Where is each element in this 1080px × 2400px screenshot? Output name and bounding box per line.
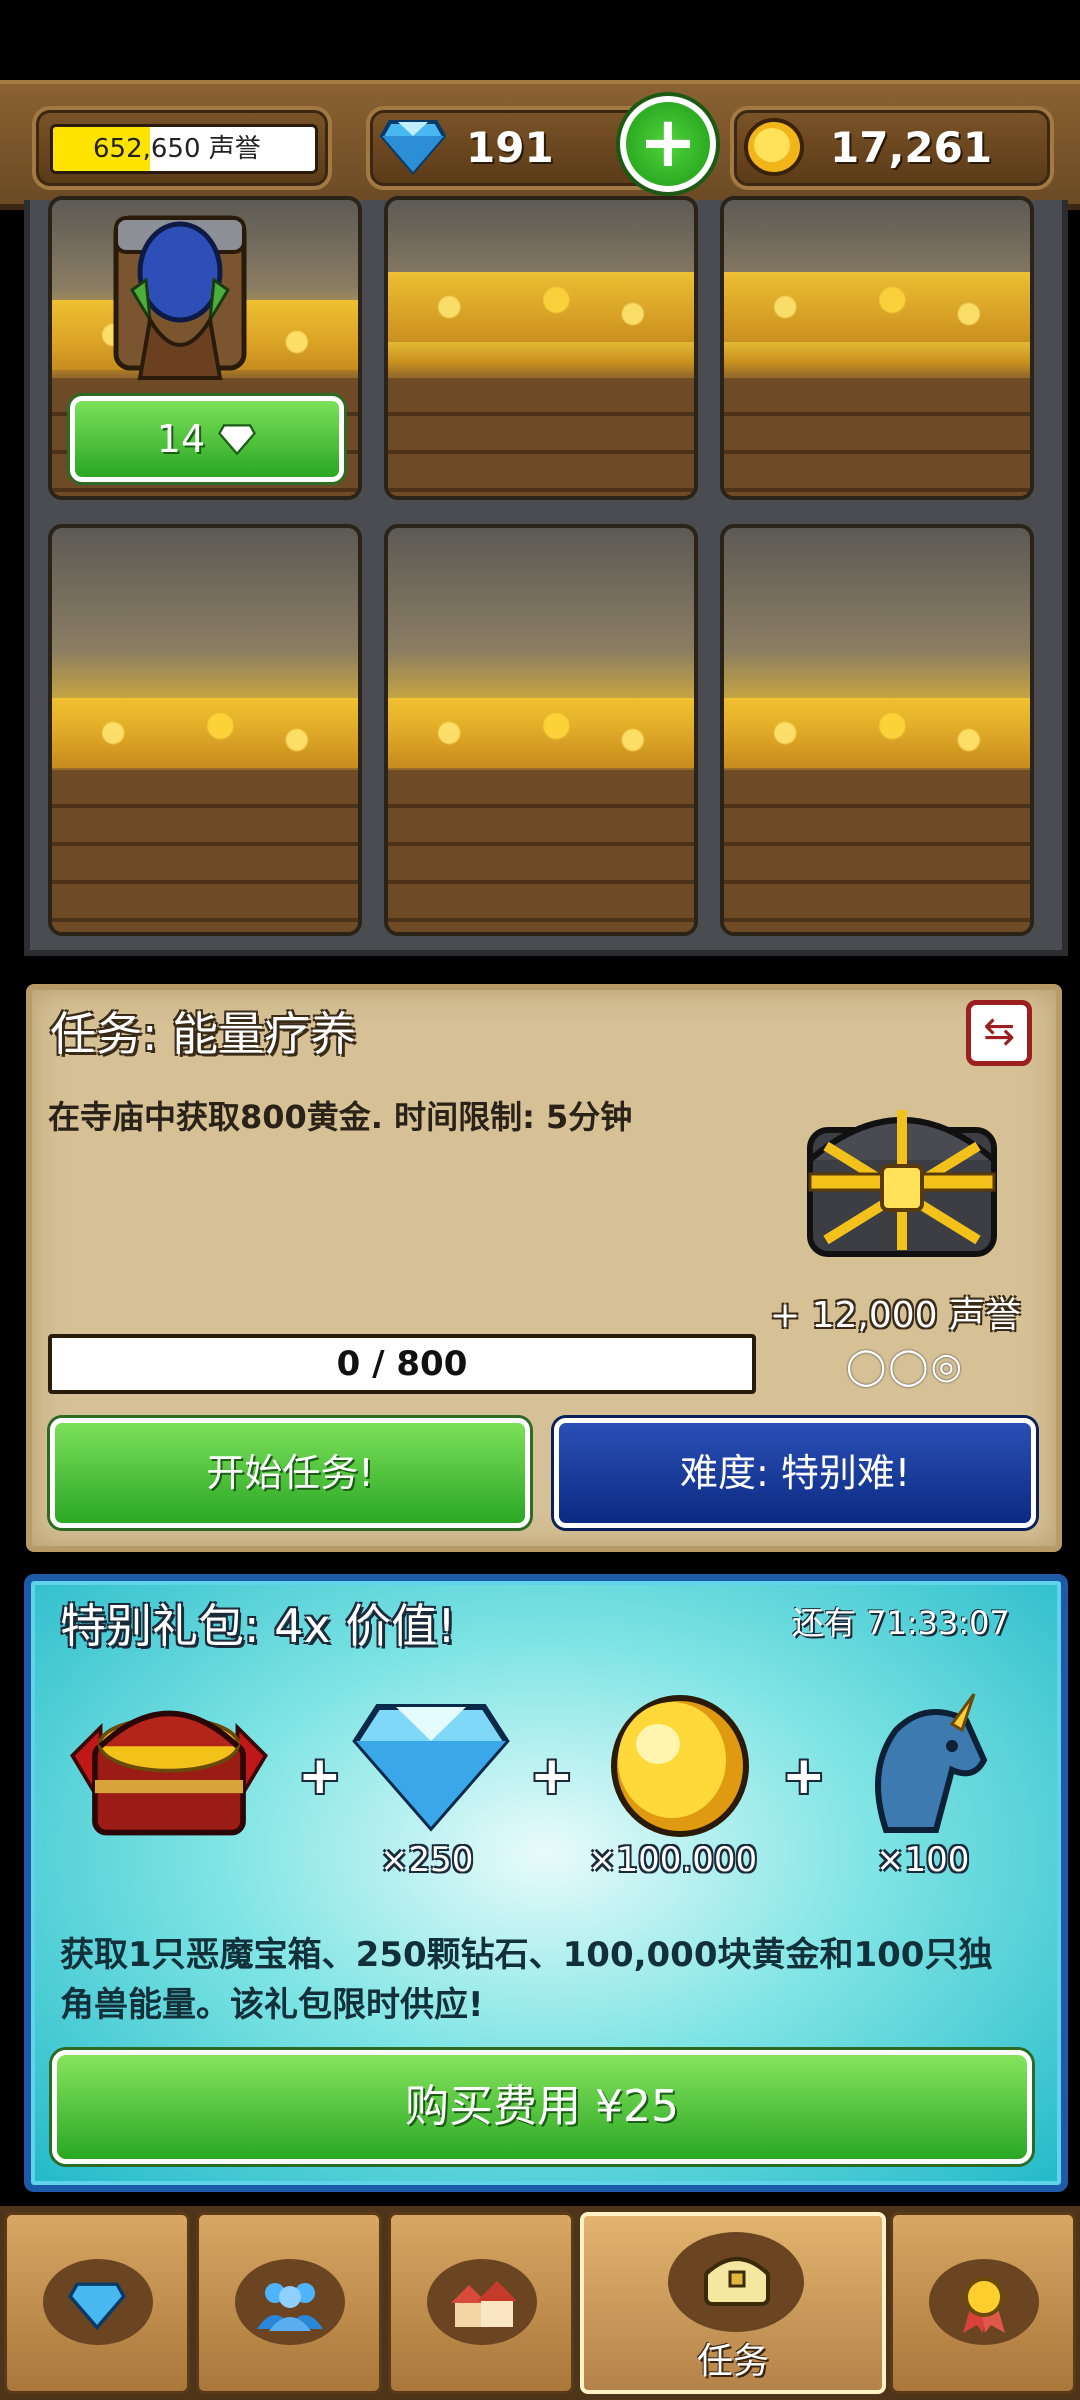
gold-coin-icon (744, 118, 804, 176)
dweller-character-icon[interactable] (110, 210, 250, 390)
diamond-icon (352, 1704, 510, 1832)
offer-timer: 还有 71:33:07 (792, 1604, 1010, 1642)
tab-social[interactable] (196, 2212, 382, 2394)
treasure-chest-icon (704, 2257, 770, 2306)
switch-quest-icon[interactable]: ⇆ (966, 1000, 1032, 1066)
unicorn-quantity: ×100 (876, 1840, 970, 1880)
tab-buildings[interactable] (388, 2212, 574, 2394)
diamond-icon (380, 120, 446, 176)
gold-quantity: ×100.000 (588, 1840, 758, 1880)
demon-chest-icon (70, 1710, 268, 1836)
vault-slot[interactable] (48, 524, 362, 936)
diamond-icon (68, 2282, 126, 2331)
quest-reward: + 12,000 声誉 (770, 1295, 1022, 1336)
vault-slot[interactable] (384, 524, 698, 936)
reputation-panel: 652,650 声誉 (32, 106, 332, 190)
gold-value: 17,261 (830, 123, 993, 172)
vault-slot[interactable] (720, 196, 1034, 500)
offer-description: 获取1只恶魔宝箱、250颗钻石、100,000块黄金和100只独角兽能量。该礼包… (60, 1935, 993, 2025)
gold-panel: 17,261 (730, 106, 1054, 190)
buy-offer-button[interactable]: 购买费用 ¥25 (52, 2050, 1032, 2164)
diamond-icon (218, 424, 257, 456)
difficulty-rings: ◯◯◎ (846, 1346, 964, 1387)
tab-quests-label: 任务 (696, 2341, 769, 2382)
buy-gems-button[interactable]: + (620, 96, 716, 192)
plus-sign: + (530, 1746, 574, 1806)
quest-progress-bar: 0 / 800 (48, 1334, 756, 1394)
gold-coin-icon (611, 1695, 749, 1837)
difficulty-button[interactable]: 难度: 特别难! (554, 1418, 1036, 1528)
offer-title: 特别礼包: 4x 价值! (60, 1599, 456, 1653)
tab-quests[interactable]: 任务 (580, 2212, 886, 2394)
skip-cost: 14 (156, 417, 206, 461)
currency-bar: 652,650 声誉 191 17,261 (0, 80, 1080, 210)
skip-with-gems-button[interactable]: 14 (70, 396, 344, 482)
people-icon (257, 2283, 323, 2331)
gems-value: 191 (466, 123, 554, 172)
gems-quantity: ×250 (380, 1840, 474, 1880)
houses-icon (451, 2281, 517, 2327)
tab-achievements[interactable] (890, 2212, 1076, 2394)
start-quest-button[interactable]: 开始任务! (50, 1418, 530, 1528)
quest-progress-text: 0 / 800 (336, 1344, 468, 1384)
quest-description: 在寺庙中获取800黄金. 时间限制: 5分钟 (48, 1098, 633, 1136)
treasure-chest-icon (807, 1110, 997, 1257)
vault-slot[interactable] (384, 196, 698, 500)
tab-shop[interactable] (4, 2212, 190, 2394)
plus-sign: + (782, 1746, 826, 1806)
unicorn-icon (875, 1693, 988, 1833)
medal-icon (963, 2277, 1005, 2333)
reputation-value: 652,650 声誉 (93, 134, 261, 164)
vault-slot[interactable] (720, 524, 1034, 936)
reputation-bar: 652,650 声誉 (50, 124, 318, 174)
plus-sign: + (298, 1746, 342, 1806)
quest-title: 任务: 能量疗养 (50, 1007, 357, 1061)
